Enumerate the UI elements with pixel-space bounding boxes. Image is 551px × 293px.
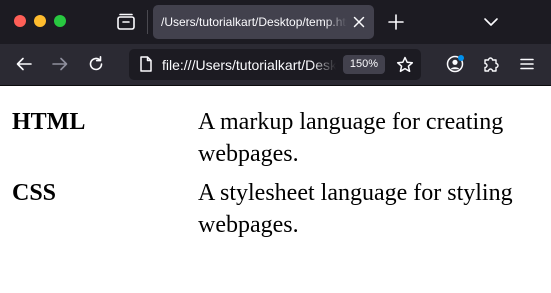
extensions-icon[interactable] <box>481 54 501 74</box>
active-tab[interactable]: /Users/tutorialkart/Desktop/temp.html <box>153 5 374 39</box>
account-icon[interactable] <box>445 54 465 74</box>
url-bar[interactable]: file:///Users/tutorialkart/Desktop/temp.… <box>129 49 421 80</box>
reload-icon[interactable] <box>86 54 106 74</box>
close-window-button[interactable] <box>14 15 26 27</box>
tab-title: /Users/tutorialkart/Desktop/temp.html <box>161 15 347 29</box>
close-icon[interactable] <box>351 14 367 30</box>
chevron-down-icon[interactable] <box>481 12 501 32</box>
zoom-level-badge[interactable]: 150% <box>343 55 385 74</box>
maximize-window-button[interactable] <box>54 15 66 27</box>
tab-manager-icon[interactable] <box>115 11 137 33</box>
url-text[interactable]: file:///Users/tutorialkart/Desktop/temp.… <box>162 56 336 74</box>
plus-icon[interactable] <box>386 12 406 32</box>
title-bar: /Users/tutorialkart/Desktop/temp.html <box>0 0 551 44</box>
page-content: HTML A markup language for creating webp… <box>0 86 551 293</box>
navigation-toolbar: file:///Users/tutorialkart/Desktop/temp.… <box>0 44 551 86</box>
minimize-window-button[interactable] <box>34 15 46 27</box>
page-icon[interactable] <box>137 55 155 73</box>
tab-divider <box>147 10 148 34</box>
hamburger-menu-icon[interactable] <box>517 54 537 74</box>
back-arrow-icon[interactable] <box>14 54 34 74</box>
star-icon[interactable] <box>395 55 415 75</box>
definition-description: A stylesheet language for styling webpag… <box>198 180 513 238</box>
definition-term: CSS <box>12 180 57 206</box>
forward-arrow-icon[interactable] <box>50 54 70 74</box>
definition-description: A markup language for creating webpages. <box>198 109 504 167</box>
definition-term: HTML <box>12 109 86 135</box>
